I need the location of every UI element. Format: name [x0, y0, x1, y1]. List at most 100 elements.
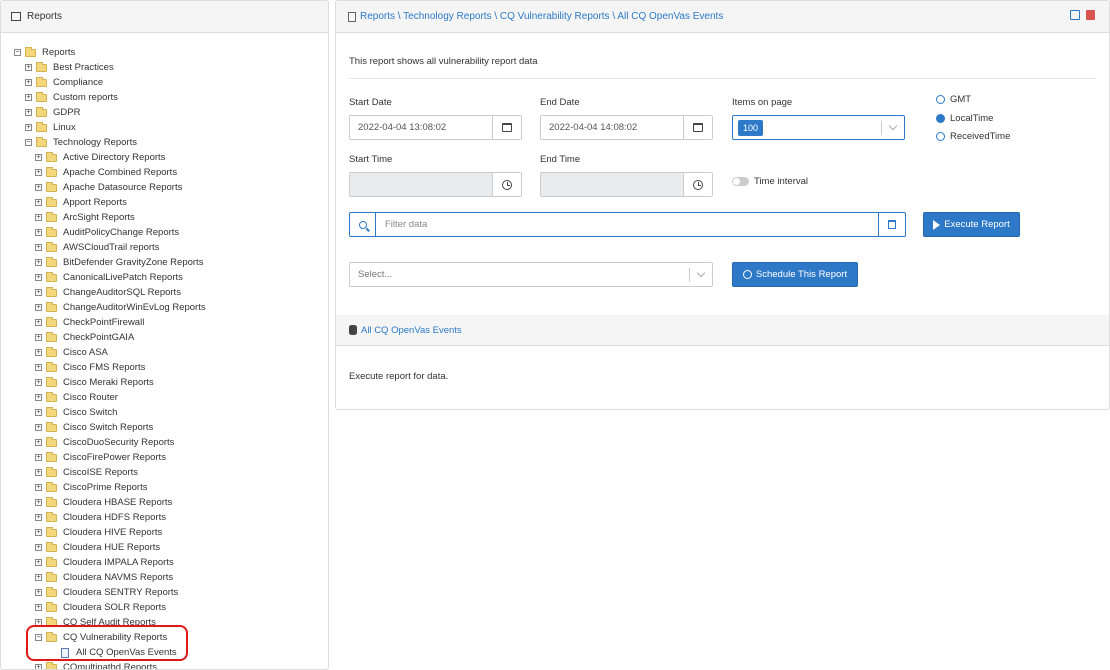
search-button[interactable] [350, 213, 376, 236]
expand-icon[interactable]: + [35, 289, 42, 296]
expand-icon[interactable]: + [25, 124, 32, 131]
expand-icon[interactable]: + [35, 184, 42, 191]
tree-item[interactable]: + Cisco Router [1, 390, 328, 405]
start-date-field[interactable]: 2022-04-04 13:08:02 [349, 115, 522, 140]
expand-icon[interactable]: + [35, 379, 42, 386]
expand-icon[interactable]: + [35, 574, 42, 581]
tree-item[interactable]: + CheckPointFirewall [1, 315, 328, 330]
tree-item[interactable]: + Apache Datasource Reports [1, 180, 328, 195]
tree-item[interactable]: + Cloudera HBASE Reports [1, 495, 328, 510]
radio-gmt[interactable]: GMT [936, 94, 971, 105]
expand-icon[interactable]: + [35, 409, 42, 416]
radio-receivedtime[interactable]: ReceivedTime [936, 131, 1010, 142]
toggle-switch[interactable] [732, 177, 749, 186]
tree-item[interactable]: + CiscoDuoSecurity Reports [1, 435, 328, 450]
start-time-picker-button[interactable] [492, 173, 521, 196]
expand-icon[interactable]: + [35, 664, 42, 669]
tree-item[interactable]: + COmultipathd Reports [1, 660, 328, 669]
expand-icon[interactable]: + [35, 544, 42, 551]
tree-item[interactable]: + Active Directory Reports [1, 150, 328, 165]
tree-item[interactable]: + Cisco Meraki Reports [1, 375, 328, 390]
end-time-field[interactable] [540, 172, 713, 197]
expand-icon[interactable]: + [35, 154, 42, 161]
schedule-report-button[interactable]: Schedule This Report [732, 262, 858, 287]
filter-input[interactable]: Filter data [376, 219, 878, 230]
tree-item[interactable]: + CiscoPrime Reports [1, 480, 328, 495]
time-interval-toggle[interactable]: Time interval [732, 176, 808, 187]
expand-icon[interactable]: + [25, 109, 32, 116]
expand-icon[interactable]: + [35, 424, 42, 431]
tree-item[interactable]: + Cisco Switch Reports [1, 420, 328, 435]
tree-item[interactable]: + GDPR [1, 105, 328, 120]
expand-icon[interactable]: + [35, 529, 42, 536]
tree-item[interactable]: + BitDefender GravityZone Reports [1, 255, 328, 270]
expand-icon[interactable]: + [25, 64, 32, 71]
expand-icon[interactable]: + [35, 304, 42, 311]
tree-item[interactable]: + Apache Combined Reports [1, 165, 328, 180]
tree-item[interactable]: + Cloudera HUE Reports [1, 540, 328, 555]
collapse-icon[interactable]: − [25, 139, 32, 146]
expand-icon[interactable]: + [35, 214, 42, 221]
expand-icon[interactable]: + [35, 364, 42, 371]
expand-icon[interactable]: + [35, 454, 42, 461]
expand-icon[interactable]: + [35, 514, 42, 521]
tree-item[interactable]: − Reports [1, 45, 328, 60]
expand-icon[interactable]: + [35, 469, 42, 476]
expand-icon[interactable]: + [35, 484, 42, 491]
tree-item[interactable]: − Technology Reports [1, 135, 328, 150]
expand-icon[interactable]: + [35, 274, 42, 281]
tree-item[interactable]: + Cloudera NAVMS Reports [1, 570, 328, 585]
tree-item[interactable]: + Cisco FMS Reports [1, 360, 328, 375]
tree-item[interactable]: + Best Practices [1, 60, 328, 75]
tree-item[interactable]: + Custom reports [1, 90, 328, 105]
tree-item[interactable]: + Cisco Switch [1, 405, 328, 420]
radio-circle[interactable] [936, 95, 945, 104]
tree-item[interactable]: + Cloudera SOLR Reports [1, 600, 328, 615]
results-title[interactable]: All CQ OpenVas Events [361, 325, 462, 336]
collapse-icon[interactable]: − [14, 49, 21, 56]
end-date-field[interactable]: 2022-04-04 14:08:02 [540, 115, 713, 140]
clear-filter-button[interactable] [878, 213, 905, 236]
expand-icon[interactable]: + [35, 229, 42, 236]
schedule-select[interactable]: Select... [349, 262, 713, 287]
tree-item[interactable]: + ChangeAuditorWinEvLog Reports [1, 300, 328, 315]
tree-item[interactable]: + CanonicalLivePatch Reports [1, 270, 328, 285]
tree-item[interactable]: + AWSCloudTrail reports [1, 240, 328, 255]
expand-icon[interactable]: + [35, 439, 42, 446]
execute-report-button[interactable]: Execute Report [923, 212, 1020, 237]
end-date-picker-button[interactable] [683, 116, 712, 139]
expand-icon[interactable]: + [35, 604, 42, 611]
expand-icon[interactable]: + [35, 394, 42, 401]
tree-item[interactable]: + Apport Reports [1, 195, 328, 210]
expand-icon[interactable]: + [35, 589, 42, 596]
tree-item[interactable]: + Cloudera IMPALA Reports [1, 555, 328, 570]
tree-item[interactable]: + Compliance [1, 75, 328, 90]
tree-item[interactable]: + ChangeAuditorSQL Reports [1, 285, 328, 300]
expand-icon[interactable]: + [35, 334, 42, 341]
radio-circle-selected[interactable] [936, 114, 945, 123]
start-date-picker-button[interactable] [492, 116, 521, 139]
expand-icon[interactable]: + [35, 349, 42, 356]
expand-icon[interactable]: + [35, 259, 42, 266]
tree-item[interactable]: + CheckPointGAIA [1, 330, 328, 345]
tree-item[interactable]: + Cisco ASA [1, 345, 328, 360]
breadcrumb[interactable]: Reports \ Technology Reports \ CQ Vulner… [360, 11, 723, 22]
items-on-page-select[interactable]: 100 [732, 115, 905, 140]
expand-icon[interactable]: + [35, 169, 42, 176]
end-time-picker-button[interactable] [683, 173, 712, 196]
tree-item[interactable]: + AuditPolicyChange Reports [1, 225, 328, 240]
start-time-field[interactable] [349, 172, 522, 197]
expand-icon[interactable]: + [35, 319, 42, 326]
radio-circle[interactable] [936, 132, 945, 141]
tree-item[interactable]: + Cloudera HDFS Reports [1, 510, 328, 525]
edit-icon[interactable] [1070, 10, 1080, 20]
expand-icon[interactable]: + [25, 79, 32, 86]
tree-item[interactable]: + CiscoISE Reports [1, 465, 328, 480]
tree-item[interactable]: + CiscoFirePower Reports [1, 450, 328, 465]
tree-item[interactable]: + Cloudera HIVE Reports [1, 525, 328, 540]
tree-item[interactable]: + Cloudera SENTRY Reports [1, 585, 328, 600]
expand-icon[interactable]: + [35, 244, 42, 251]
expand-icon[interactable]: + [35, 499, 42, 506]
filter-input-group[interactable]: Filter data [349, 212, 906, 237]
expand-icon[interactable]: + [25, 94, 32, 101]
